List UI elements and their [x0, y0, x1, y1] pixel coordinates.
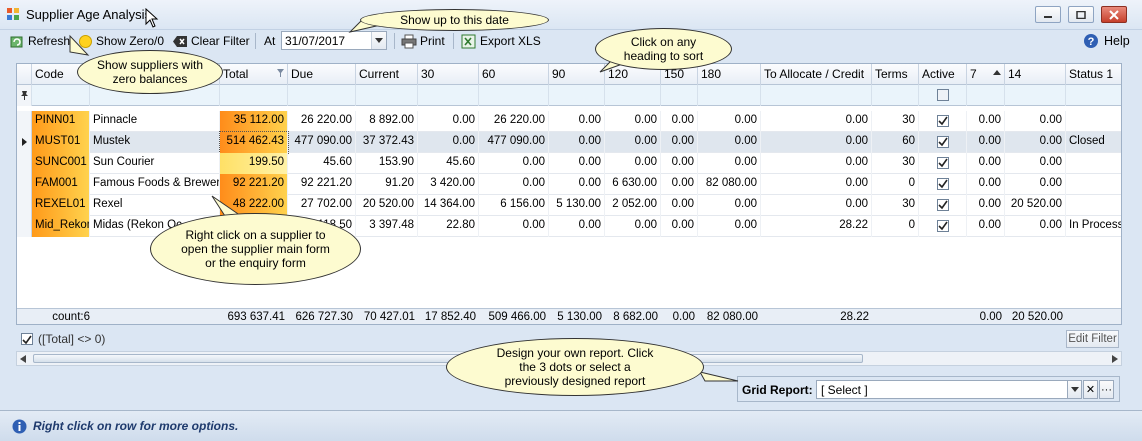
- callout-right-click: Right click on a supplier to open the su…: [150, 213, 361, 285]
- callout-show-date: Show up to this date: [360, 9, 549, 31]
- callout-sort: Click on any heading to sort: [595, 28, 732, 70]
- callout-show-zero: Show suppliers with zero balances: [77, 50, 223, 94]
- callout-design-report: Design your own report. Click the 3 dots…: [446, 338, 704, 396]
